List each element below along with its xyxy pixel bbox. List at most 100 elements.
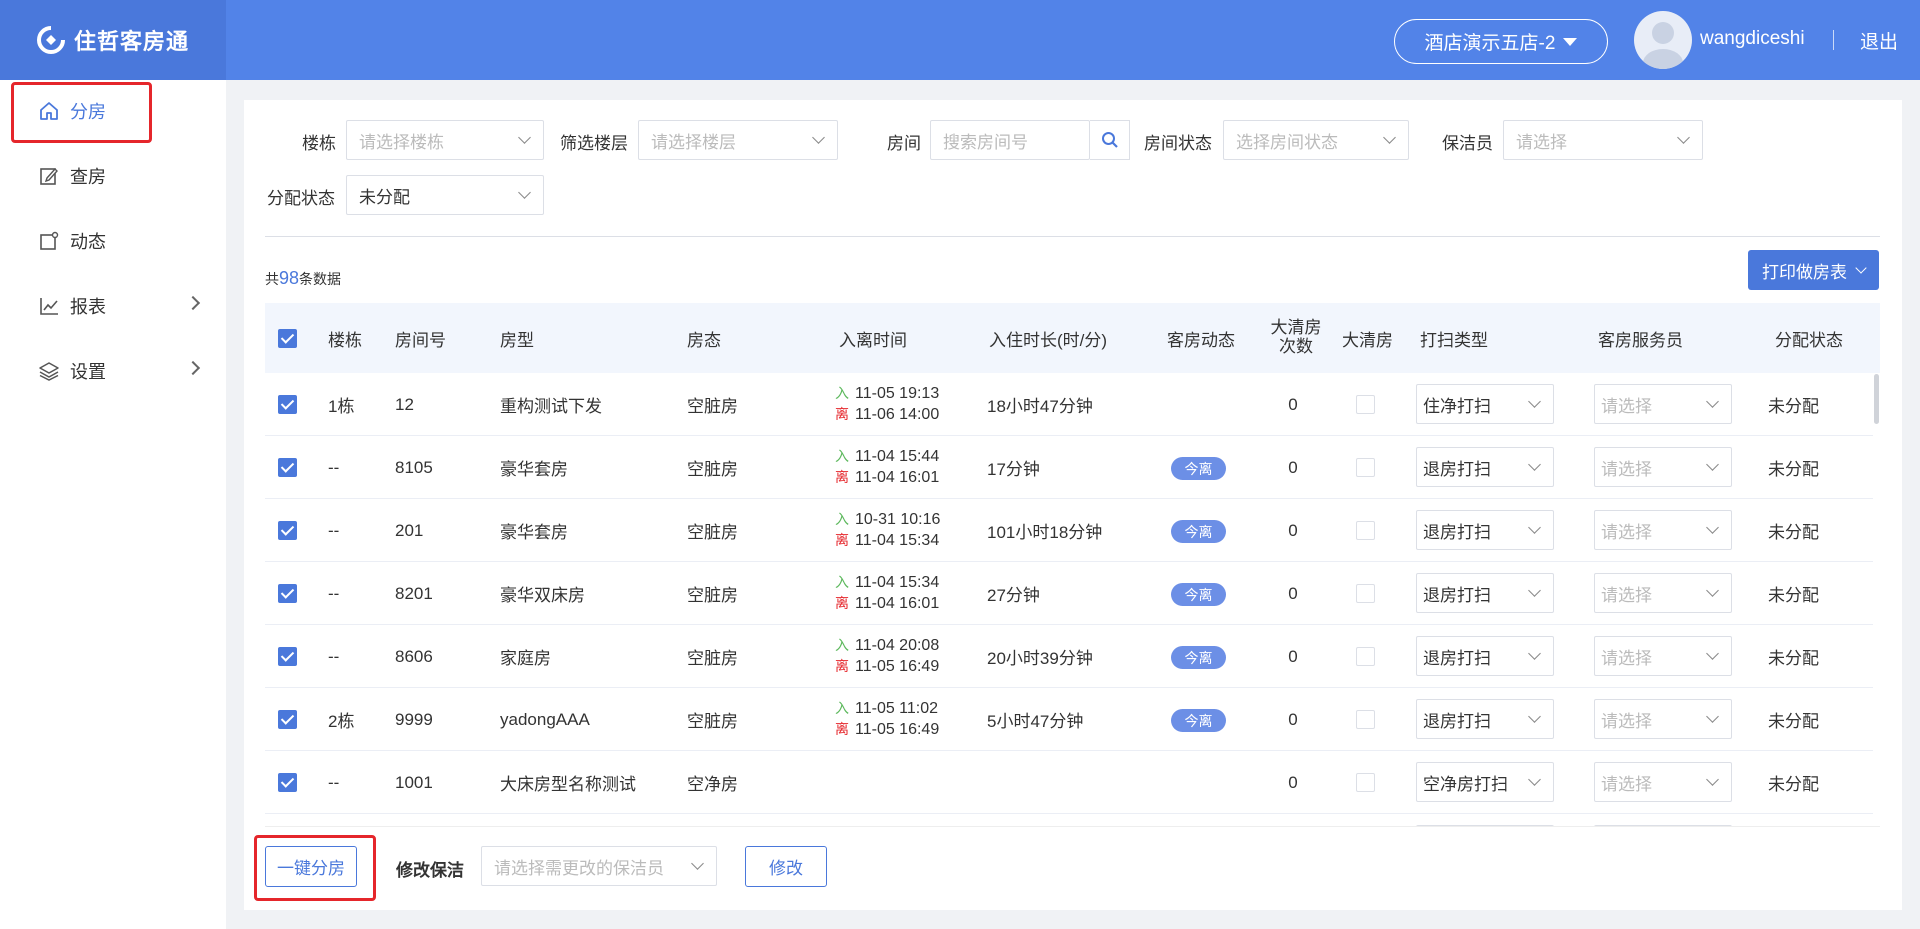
deep-clean-checkbox[interactable] — [1356, 710, 1375, 729]
assign-status-select[interactable]: 未分配 — [346, 175, 544, 215]
one-click-assign-button[interactable]: 一键分房 — [265, 846, 357, 887]
row-checkbox[interactable] — [278, 710, 297, 729]
chevron-down-icon — [1706, 584, 1719, 597]
table-row[interactable]: -- 201 豪华套房 空脏房 入 10-31 10:16 离 11-04 15:34 101小… — [265, 499, 1873, 562]
room-servant-select[interactable]: 请选择 — [1594, 636, 1732, 676]
cell-building: 1栋 — [328, 397, 355, 416]
search-icon — [1101, 132, 1118, 148]
table-scrollbar[interactable] — [1874, 374, 1879, 424]
sidebar-item-settings[interactable]: 设置 — [0, 346, 226, 396]
clean-type-select[interactable]: 退房打扫 — [1416, 510, 1554, 550]
building-select[interactable]: 请选择楼栋 — [346, 120, 544, 160]
floor-label: 筛选楼层 — [560, 134, 628, 153]
room-servant-select[interactable]: 请选择 — [1594, 762, 1732, 802]
avatar[interactable] — [1634, 11, 1692, 69]
cell-checkin-time: 入 10-31 10:16 离 11-04 15:34 — [835, 509, 940, 551]
room-servant-select[interactable]: 请选择 — [1594, 447, 1732, 487]
row-checkbox[interactable] — [278, 773, 297, 792]
chevron-down-icon — [1528, 458, 1541, 471]
room-search-button[interactable] — [1090, 120, 1130, 160]
sidebar-item-dynamic[interactable]: 动态 — [0, 216, 226, 266]
sidebar-item-label: 分房 — [70, 102, 106, 122]
clean-type-value: 退房打扫 — [1423, 459, 1491, 479]
row-checkbox[interactable] — [278, 521, 297, 540]
room-status-select[interactable]: 选择房间状态 — [1223, 120, 1409, 160]
clean-type-select[interactable]: 退房打扫 — [1416, 573, 1554, 613]
clean-type-select[interactable]: 退房打扫 — [1416, 636, 1554, 676]
clean-type-select[interactable]: 住净打扫 — [1416, 384, 1554, 424]
sidebar-item-label: 报表 — [70, 297, 106, 317]
cell-room-status: 空脏房 — [687, 649, 738, 668]
deep-clean-checkbox[interactable] — [1356, 521, 1375, 540]
deep-clean-checkbox[interactable] — [1356, 584, 1375, 603]
room-servant-select[interactable]: 请选择 — [1594, 384, 1732, 424]
deep-clean-count-line1: 大清房 — [1270, 318, 1322, 338]
building-label: 楼栋 — [302, 134, 336, 153]
deep-clean-checkbox[interactable] — [1356, 458, 1375, 477]
sidebar-item-inspect[interactable]: 查房 — [0, 151, 226, 201]
clean-type-select[interactable]: 退房打扫 — [1416, 699, 1554, 739]
modify-cleaner-select[interactable]: 请选择需更改的保洁员 — [481, 846, 717, 886]
checkout-time: 11-04 16:01 — [855, 595, 940, 612]
row-checkbox[interactable] — [278, 395, 297, 414]
row-checkbox[interactable] — [278, 458, 297, 477]
cell-room-status: 空脏房 — [687, 460, 738, 479]
username[interactable]: wangdiceshi — [1700, 28, 1805, 50]
print-room-sheet-button[interactable]: 打印做房表 — [1748, 250, 1879, 290]
modify-button[interactable]: 修改 — [745, 846, 827, 887]
cleaner-placeholder: 请选择 — [1516, 132, 1567, 152]
table-row[interactable]: -- 8105 豪华套房 空脏房 入 11-04 15:44 离 11-04 16:01 17分… — [265, 436, 1873, 499]
table-header: 楼栋 房间号 房型 房态 入离时间 入住时长(时/分) 客房动态 大清房 次数 … — [265, 303, 1880, 373]
select-all-checkbox[interactable] — [278, 329, 297, 348]
checkout-time: 11-05 16:49 — [855, 658, 940, 675]
cell-checkin-time: 入 11-04 20:08 离 11-05 16:49 — [835, 635, 939, 677]
room-servant-select[interactable]: 请选择 — [1594, 573, 1732, 613]
checkout-mark: 离 — [835, 721, 849, 737]
modify-button-label: 修改 — [769, 859, 803, 878]
checkin-mark: 入 — [835, 385, 849, 401]
cell-room-type: 家庭房 — [500, 649, 551, 668]
table-row[interactable] — [265, 814, 1873, 826]
modify-cleaner-label: 修改保洁 — [396, 861, 464, 880]
modify-cleaner-placeholder: 请选择需更改的保洁员 — [494, 858, 664, 878]
cleaner-select[interactable]: 请选择 — [1503, 120, 1703, 160]
clean-type-select[interactable] — [1416, 825, 1554, 826]
table-row[interactable]: 1栋 12 重构测试下发 空脏房 入 11-05 19:13 离 11-06 14:00 18小… — [265, 373, 1873, 436]
deep-clean-checkbox[interactable] — [1356, 773, 1375, 792]
room-servant-select[interactable] — [1594, 825, 1732, 826]
table-row[interactable]: -- 1001 大床房型名称测试 空净房 0 空净房打扫 请选择 未分配 — [265, 751, 1873, 814]
table-row[interactable]: -- 8201 豪华双床房 空脏房 入 11-04 15:34 离 11-04 16:01 27… — [265, 562, 1873, 625]
room-servant-select[interactable]: 请选择 — [1594, 510, 1732, 550]
sidebar-item-reports[interactable]: 报表 — [0, 281, 226, 331]
floor-select[interactable]: 请选择楼层 — [638, 120, 838, 160]
assign-status-label: 分配状态 — [267, 189, 335, 208]
cell-checkin-time: 入 11-04 15:44 离 11-04 16:01 — [835, 446, 939, 488]
room-servant-select[interactable]: 请选择 — [1594, 699, 1732, 739]
row-checkbox[interactable] — [278, 584, 297, 603]
deep-clean-checkbox[interactable] — [1356, 395, 1375, 414]
table-row[interactable]: 2栋 9999 yadongAAA 空脏房 入 11-05 11:02 离 11-05 16:… — [265, 688, 1873, 751]
hotel-selector[interactable]: 酒店演示五店-2 — [1394, 19, 1608, 64]
cell-building: -- — [328, 583, 340, 603]
chevron-right-icon — [185, 360, 201, 376]
table-row[interactable]: -- 8606 家庭房 空脏房 入 11-04 20:08 离 11-05 16:49 20小时… — [265, 625, 1873, 688]
print-button-label: 打印做房表 — [1762, 262, 1847, 282]
col-room-no: 房间号 — [395, 330, 446, 350]
row-checkbox[interactable] — [278, 647, 297, 666]
room-search-input[interactable]: 搜索房间号 — [930, 120, 1090, 160]
clean-type-select[interactable]: 空净房打扫 — [1416, 762, 1554, 802]
cell-room-status: 空净房 — [687, 775, 738, 794]
sidebar-item-assign[interactable]: 分房 — [0, 86, 226, 136]
deep-clean-checkbox[interactable] — [1356, 647, 1375, 666]
checkin-mark: 入 — [835, 511, 849, 527]
cell-room-type: 豪华双床房 — [500, 586, 585, 605]
cell-room-no: 12 — [395, 394, 414, 414]
edit-icon — [38, 165, 60, 187]
chevron-down-icon — [1706, 773, 1719, 786]
cell-building: -- — [328, 646, 340, 666]
cell-assign-status: 未分配 — [1768, 586, 1819, 605]
chevron-down-icon — [1528, 773, 1541, 786]
cell-room-type: 豪华套房 — [500, 523, 568, 542]
logout-link[interactable]: 退出 — [1860, 27, 1898, 54]
clean-type-select[interactable]: 退房打扫 — [1416, 447, 1554, 487]
